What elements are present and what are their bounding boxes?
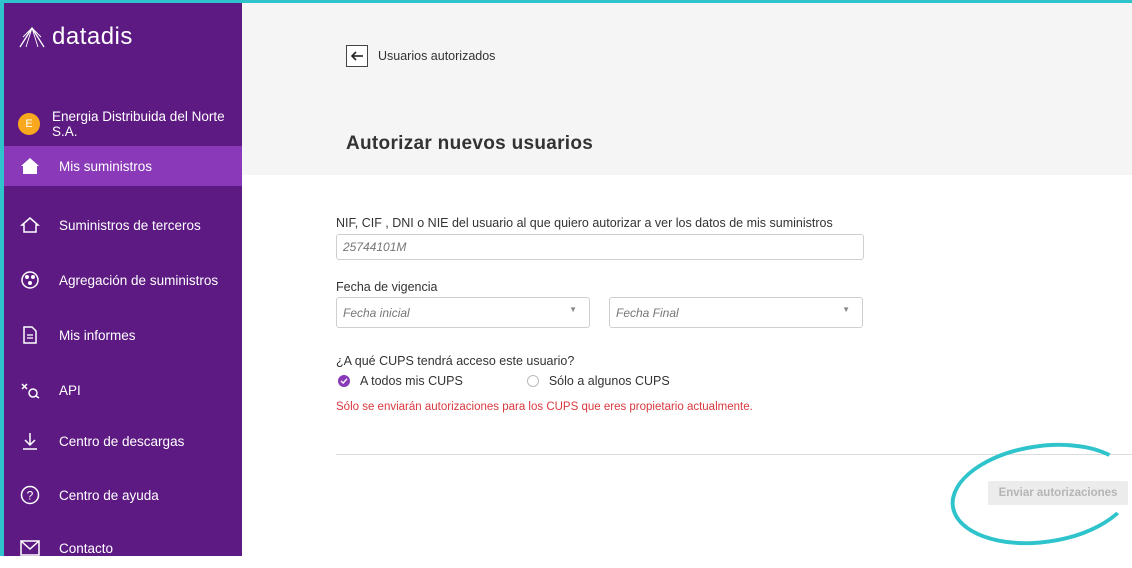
mail-icon (20, 538, 40, 558)
sidebar-item-label: Mis suministros (59, 158, 153, 174)
logo[interactable]: datadis (18, 23, 133, 51)
help-icon: ? (20, 485, 40, 505)
chevron-down-icon: ▼ (842, 305, 850, 314)
svg-text:?: ? (27, 489, 34, 503)
house-outline-icon (20, 215, 40, 235)
sidebar-item-label: Agregación de suministros (59, 272, 219, 288)
nif-input[interactable]: 25744101M (336, 234, 864, 260)
start-date-select[interactable]: Fecha inicial ▼ (336, 297, 590, 328)
document-icon (20, 325, 40, 345)
cups-question: ¿A qué CUPS tendrá acceso este usuario? (336, 354, 575, 368)
sidebar-item-mis-informes[interactable]: Mis informes (4, 315, 242, 355)
sidebar-item-centro-descargas[interactable]: Centro de descargas (4, 421, 242, 461)
datadis-logo-icon (19, 26, 45, 48)
sidebar-item-suministros-terceros[interactable]: Suministros de terceros (4, 205, 242, 245)
chevron-down-icon: ▼ (569, 305, 577, 314)
radio-some-cups[interactable]: Sólo a algunos CUPS (526, 374, 670, 388)
sidebar-item-mis-suministros[interactable]: Mis suministros (4, 146, 242, 186)
sidebar-item-centro-ayuda[interactable]: ? Centro de ayuda (4, 475, 242, 515)
sidebar-item-label: API (59, 382, 81, 398)
back-arrow-icon[interactable] (346, 45, 368, 67)
radio-unchecked-icon (526, 375, 539, 387)
sidebar-item-agregacion[interactable]: Agregación de suministros (4, 260, 242, 300)
api-icon (20, 380, 40, 400)
page-title: Autorizar nuevos usuarios (346, 133, 594, 154)
cups-radio-group: A todos mis CUPS Sólo a algunos CUPS (338, 374, 670, 388)
sidebar-item-label: Suministros de terceros (59, 217, 201, 233)
nif-value: 25744101M (343, 240, 407, 254)
company-name: Energia Distribuida del Norte S.A. (52, 109, 225, 139)
company-selector[interactable]: E Energia Distribuida del Norte S.A. (18, 109, 236, 139)
radio-all-cups-label: A todos mis CUPS (360, 374, 463, 388)
radio-all-cups[interactable]: A todos mis CUPS (338, 374, 463, 388)
sidebar-item-api[interactable]: API (4, 370, 242, 410)
end-date-select[interactable]: Fecha Final ▼ (609, 297, 863, 328)
home-icon (20, 156, 40, 176)
cups-warning-note: Sólo se enviarán autorizaciones para los… (336, 401, 753, 413)
nif-label: NIF, CIF , DNI o NIE del usuario al que … (336, 216, 833, 230)
end-date-placeholder: Fecha Final (616, 305, 679, 320)
sidebar-item-label: Centro de descargas (59, 433, 185, 449)
sidebar-item-contacto[interactable]: Contacto (4, 528, 242, 568)
company-avatar: E (18, 113, 40, 135)
sidebar-item-label: Centro de ayuda (59, 487, 159, 503)
date-label: Fecha de vigencia (336, 280, 438, 294)
aggregation-icon (20, 270, 40, 290)
sidebar-item-label: Contacto (59, 540, 114, 556)
logo-text: datadis (52, 23, 133, 50)
download-icon (20, 431, 40, 451)
back-link[interactable]: Usuarios autorizados (346, 45, 495, 67)
back-link-label: Usuarios autorizados (378, 49, 496, 63)
radio-some-cups-label: Sólo a algunos CUPS (548, 374, 670, 388)
highlight-circle (943, 431, 1132, 557)
radio-checked-icon (338, 375, 350, 387)
sidebar-item-label: Mis informes (59, 327, 136, 343)
start-date-placeholder: Fecha inicial (343, 305, 410, 320)
sidebar: datadis E Energia Distribuida del Norte … (4, 3, 242, 556)
